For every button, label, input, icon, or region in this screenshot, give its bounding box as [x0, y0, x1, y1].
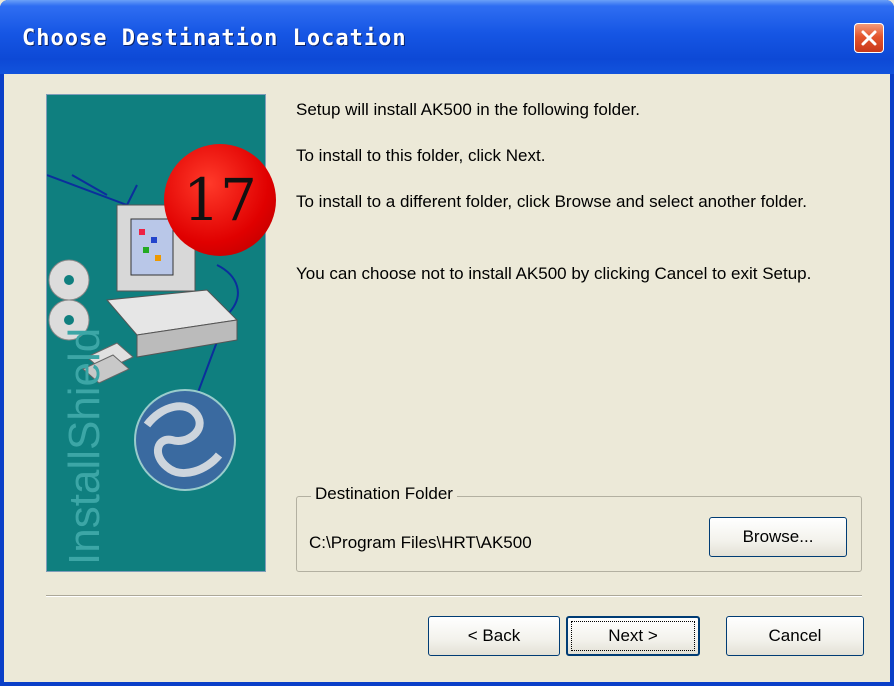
next-button[interactable]: Next >	[566, 616, 700, 656]
destination-path: C:\Program Files\HRT\AK500	[309, 533, 532, 552]
close-icon	[861, 30, 877, 46]
step-badge: 17	[164, 144, 276, 256]
button-separator	[46, 595, 862, 597]
cancel-button[interactable]: Cancel	[726, 616, 864, 656]
back-button[interactable]: < Back	[428, 616, 560, 656]
message-line-4: You can choose not to install AK500 by c…	[296, 264, 812, 283]
destination-folder-group: Destination Folder C:\Program Files\HRT\…	[296, 484, 862, 572]
message-line-1: Setup will install AK500 in the followin…	[296, 100, 640, 119]
message-line-3: To install to a different folder, click …	[296, 192, 807, 211]
destination-folder-label: Destination Folder	[311, 484, 457, 504]
banner-brand-text: InstallShield	[60, 328, 109, 565]
dialog-content: InstallShield 17 Setup will install AK50…	[4, 74, 890, 682]
globe-icon	[134, 389, 236, 491]
message-line-2: To install to this folder, click Next.	[296, 146, 546, 165]
title-bar[interactable]: Choose Destination Location	[0, 0, 894, 74]
window-title: Choose Destination Location	[22, 26, 407, 51]
dialog-window: Choose Destination Location InstallShiel…	[0, 0, 894, 686]
browse-button[interactable]: Browse...	[709, 517, 847, 557]
close-button[interactable]	[854, 23, 884, 53]
